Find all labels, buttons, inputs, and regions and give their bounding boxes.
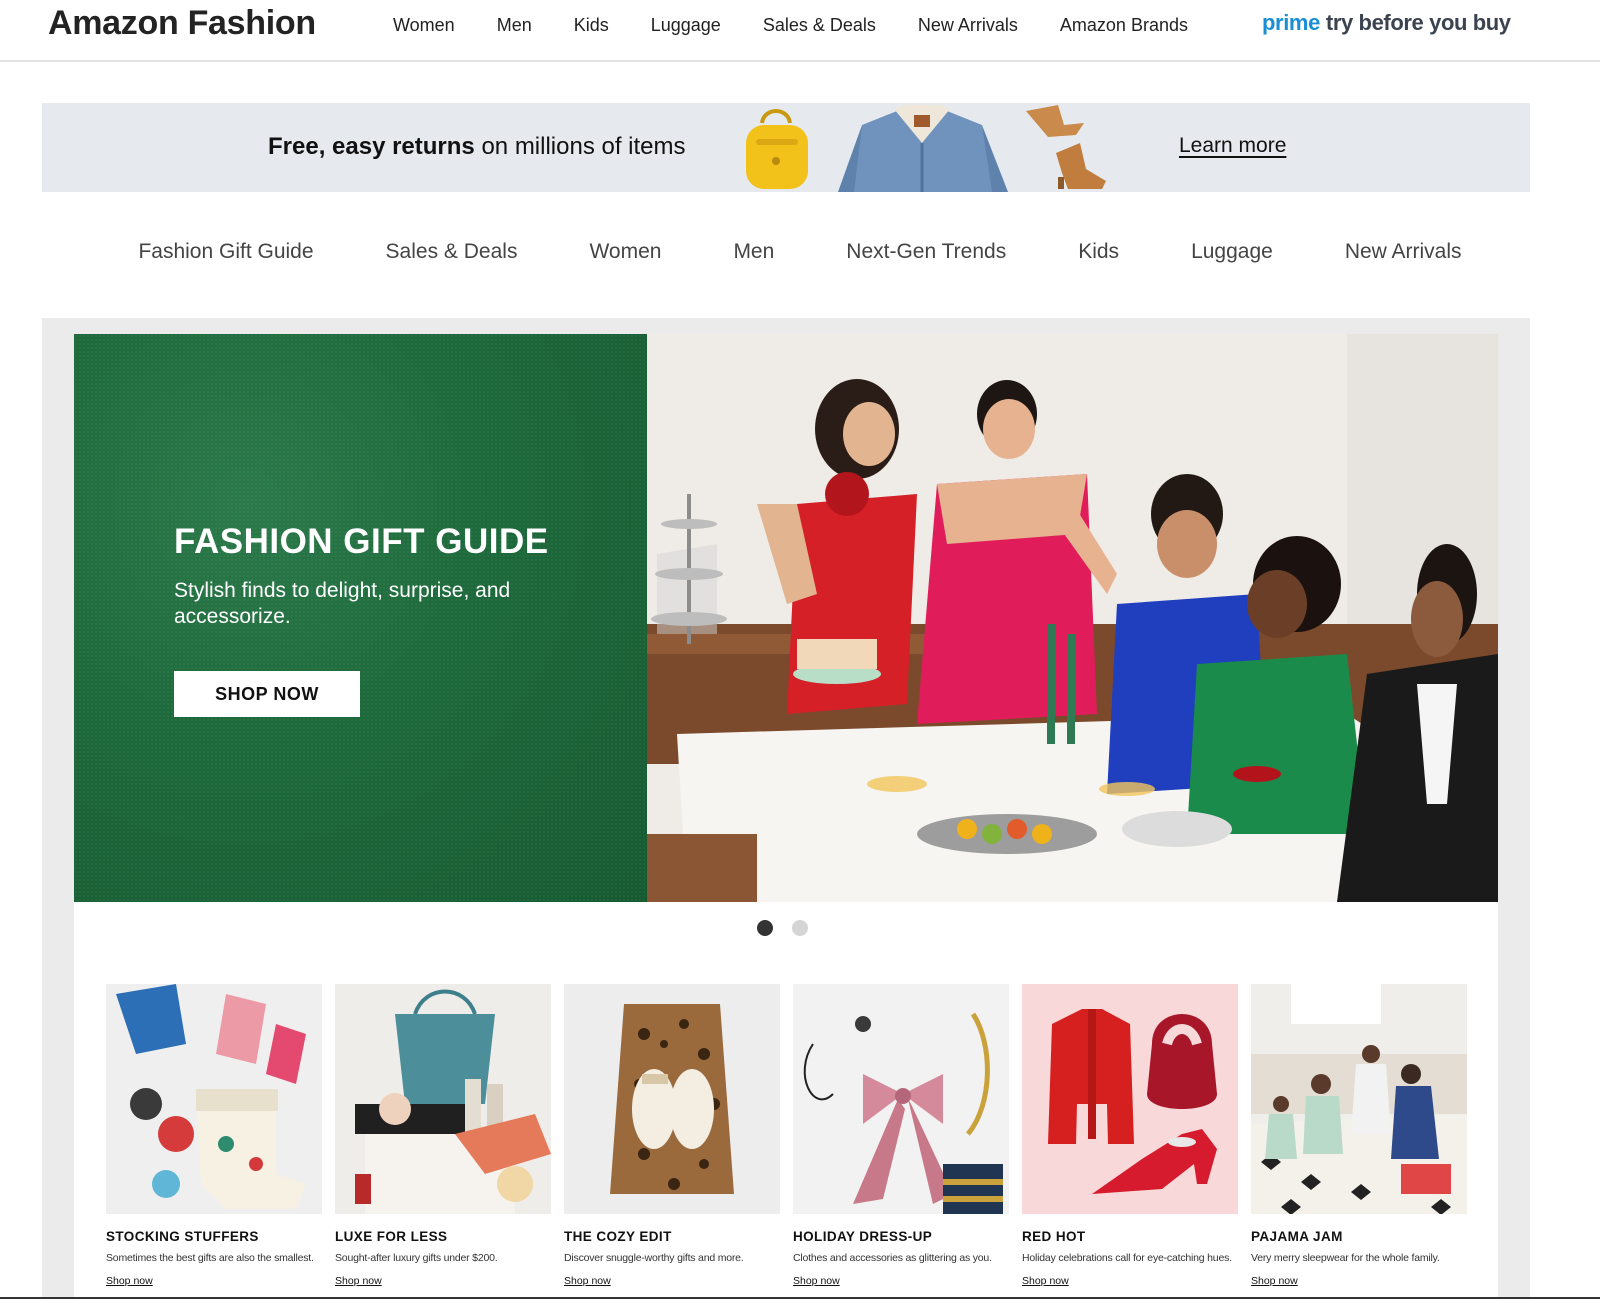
prime-try-before-you-buy[interactable]: prime try before you buy	[1262, 10, 1511, 36]
tile-description: Discover snuggle-worthy gifts and more.	[564, 1252, 744, 1264]
learn-more-link[interactable]: Learn more	[1179, 134, 1286, 158]
category-next-gen-trends[interactable]: Next-Gen Trends	[810, 240, 1042, 264]
yellow-backpack-image	[746, 109, 808, 189]
tile-description: Sought-after luxury gifts under $200.	[335, 1252, 498, 1264]
cozy-edit-image[interactable]	[564, 984, 780, 1214]
tile-description: Clothes and accessories as glittering as…	[793, 1252, 992, 1264]
hero-photo-holiday-dinner[interactable]	[647, 334, 1498, 902]
hero-subtitle: Stylish finds to delight, surprise, and …	[174, 579, 511, 628]
tile-description: Holiday celebrations call for eye-catchi…	[1022, 1252, 1232, 1264]
tile-title: PAJAMA JAM	[1251, 1229, 1343, 1244]
category-new-arrivals[interactable]: New Arrivals	[1309, 240, 1498, 264]
tile-red-hot[interactable]: RED HOT Holiday celebrations call for ey…	[1022, 984, 1238, 1289]
red-hot-image[interactable]	[1022, 984, 1238, 1214]
tile-description: Sometimes the best gifts are also the sm…	[106, 1252, 314, 1264]
tile-shop-now-link[interactable]: Shop now	[564, 1275, 611, 1287]
category-luggage[interactable]: Luggage	[1155, 240, 1309, 264]
tile-title: STOCKING STUFFERS	[106, 1229, 259, 1244]
robe-slippers-icon	[564, 984, 780, 1214]
luxe-for-less-image[interactable]	[335, 984, 551, 1214]
tile-title: THE COZY EDIT	[564, 1229, 672, 1244]
returns-banner[interactable]: Free, easy returns on millions of items …	[42, 103, 1530, 192]
top-nav-men[interactable]: Men	[476, 14, 553, 36]
tile-holiday-dress-up[interactable]: HOLIDAY DRESS-UP Clothes and accessories…	[793, 984, 1009, 1289]
returns-message: Free, easy returns on millions of items	[268, 133, 686, 161]
tile-title: LUXE FOR LESS	[335, 1229, 448, 1244]
top-nav-amazon-brands[interactable]: Amazon Brands	[1039, 14, 1209, 36]
top-nav-new-arrivals[interactable]: New Arrivals	[897, 14, 1039, 36]
tile-shop-now-link[interactable]: Shop now	[1022, 1275, 1069, 1287]
category-sales-deals[interactable]: Sales & Deals	[350, 240, 554, 264]
tan-boots-image	[1026, 105, 1106, 189]
family-pajamas-icon	[1251, 984, 1467, 1214]
returns-bold-text: Free, easy returns	[268, 133, 475, 160]
tile-title: HOLIDAY DRESS-UP	[793, 1229, 933, 1244]
tile-shop-now-link[interactable]: Shop now	[793, 1275, 840, 1287]
pajama-jam-image[interactable]	[1251, 984, 1467, 1214]
brand-logo[interactable]: Amazon Fashion	[48, 4, 316, 43]
category-fashion-gift-guide[interactable]: Fashion Gift Guide	[102, 240, 349, 264]
tile-shop-now-link[interactable]: Shop now	[1251, 1275, 1298, 1287]
tile-stocking-stuffers[interactable]: STOCKING STUFFERS Sometimes the best gif…	[106, 984, 322, 1289]
category-women[interactable]: Women	[553, 240, 697, 264]
category-nav: Fashion Gift Guide Sales & Deals Women M…	[0, 240, 1600, 264]
prime-logo: prime	[1262, 10, 1320, 35]
category-kids[interactable]: Kids	[1042, 240, 1155, 264]
tile-pajama-jam[interactable]: PAJAMA JAM Very merry sleepwear for the …	[1251, 984, 1467, 1289]
top-header: Amazon Fashion Women Men Kids Luggage Sa…	[0, 0, 1600, 62]
tile-description: Very merry sleepwear for the whole famil…	[1251, 1252, 1440, 1264]
holiday-dress-up-image[interactable]	[793, 984, 1009, 1214]
carousel-dot-2[interactable]	[792, 920, 808, 936]
tile-luxe-for-less[interactable]: LUXE FOR LESS Sought-after luxury gifts …	[335, 984, 551, 1289]
stocking-icon	[106, 984, 322, 1214]
holiday-dinner-photo	[647, 334, 1498, 902]
denim-jacket-image	[838, 105, 1008, 192]
red-jacket-heels-icon	[1022, 984, 1238, 1214]
top-nav-luggage[interactable]: Luggage	[630, 14, 742, 36]
tile-the-cozy-edit[interactable]: THE COZY EDIT Discover snuggle-worthy gi…	[564, 984, 780, 1289]
bow-jewelry-icon	[793, 984, 1009, 1214]
top-nav: Women Men Kids Luggage Sales & Deals New…	[372, 14, 1209, 36]
top-nav-kids[interactable]: Kids	[553, 14, 630, 36]
carousel-dots	[757, 920, 827, 936]
prime-tagline: try before you buy	[1325, 10, 1511, 35]
top-nav-women[interactable]: Women	[372, 14, 476, 36]
hero-shop-now-button[interactable]: SHOP NOW	[174, 671, 360, 717]
gift-category-tiles: STOCKING STUFFERS Sometimes the best gif…	[106, 984, 1480, 1289]
stocking-stuffers-image[interactable]	[106, 984, 322, 1214]
tile-shop-now-link[interactable]: Shop now	[335, 1275, 382, 1287]
hero-title: FASHION GIFT GUIDE	[174, 522, 549, 561]
carousel-dot-1[interactable]	[757, 920, 773, 936]
basket-bag-icon	[335, 984, 551, 1214]
category-men[interactable]: Men	[697, 240, 810, 264]
tile-title: RED HOT	[1022, 1229, 1086, 1244]
returns-rest-text: on millions of items	[474, 133, 686, 160]
tile-shop-now-link[interactable]: Shop now	[106, 1275, 153, 1287]
top-nav-sales-deals[interactable]: Sales & Deals	[742, 14, 897, 36]
